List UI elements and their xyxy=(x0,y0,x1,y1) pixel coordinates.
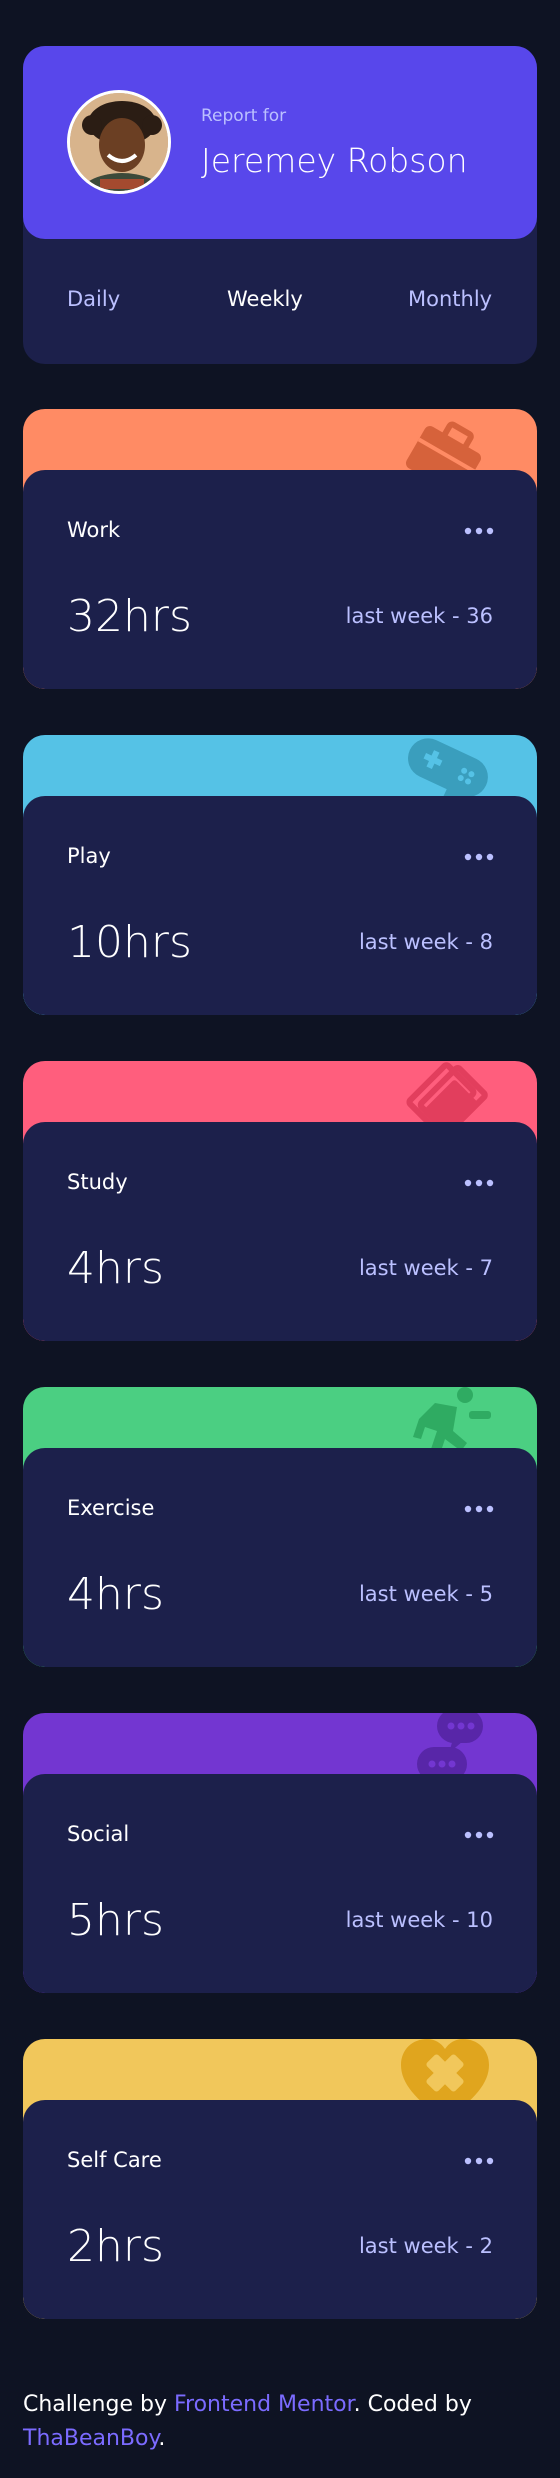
activity-previous: last week - 2 xyxy=(358,2234,493,2258)
activity-title: Study xyxy=(67,1170,128,1194)
activity-previous: last week - 5 xyxy=(358,1582,493,1606)
activity-hours: 2hrs xyxy=(67,2221,164,2272)
activity-panel-work[interactable]: Work 32hrs last week - 36 xyxy=(23,470,537,689)
activity-hours: 10hrs xyxy=(67,917,192,968)
activity-previous: last week - 7 xyxy=(358,1256,493,1280)
activity-card-work: Work 32hrs last week - 36 xyxy=(23,409,537,689)
activity-hours: 5hrs xyxy=(67,1895,164,1946)
ellipsis-icon[interactable] xyxy=(463,1176,495,1190)
user-name: Jeremey Robson xyxy=(201,141,468,180)
tab-weekly[interactable]: Weekly xyxy=(227,287,303,311)
ellipsis-icon[interactable] xyxy=(463,1502,495,1516)
avatar-image xyxy=(70,93,168,191)
activity-card-play: Play 10hrs last week - 8 xyxy=(23,735,537,1015)
activity-title: Work xyxy=(67,518,121,542)
activity-panel-exercise[interactable]: Exercise 4hrs last week - 5 xyxy=(23,1448,537,1667)
attribution-middle: . Coded by xyxy=(353,2392,472,2417)
attribution: Challenge by Frontend Mentor. Coded by T… xyxy=(23,2388,523,2456)
activity-card-exercise: Exercise 4hrs last week - 5 xyxy=(23,1387,537,1667)
tab-daily[interactable]: Daily xyxy=(67,287,120,311)
activity-title: Play xyxy=(67,844,111,868)
profile-card: Report for Jeremey Robson Daily Weekly M… xyxy=(23,46,537,364)
attribution-suffix: . xyxy=(158,2426,166,2451)
ellipsis-icon[interactable] xyxy=(463,524,495,538)
attribution-prefix: Challenge by xyxy=(23,2392,174,2417)
activity-panel-study[interactable]: Study 4hrs last week - 7 xyxy=(23,1122,537,1341)
activity-card-self-care: Self Care 2hrs last week - 2 xyxy=(23,2039,537,2319)
activity-previous: last week - 8 xyxy=(358,930,493,954)
activity-panel-play[interactable]: Play 10hrs last week - 8 xyxy=(23,796,537,1015)
activity-panel-social[interactable]: Social 5hrs last week - 10 xyxy=(23,1774,537,1993)
activity-previous: last week - 36 xyxy=(345,604,493,628)
ellipsis-icon[interactable] xyxy=(463,850,495,864)
ellipsis-icon[interactable] xyxy=(463,1828,495,1842)
activity-panel-self-care[interactable]: Self Care 2hrs last week - 2 xyxy=(23,2100,537,2319)
avatar xyxy=(67,90,171,194)
activity-hours: 4hrs xyxy=(67,1569,164,1620)
report-for-label: Report for xyxy=(201,106,287,126)
profile-header: Report for Jeremey Robson xyxy=(23,46,537,239)
activity-title: Social xyxy=(67,1822,130,1846)
activity-hours: 4hrs xyxy=(67,1243,164,1294)
activity-card-social: Social 5hrs last week - 10 xyxy=(23,1713,537,1993)
activity-card-study: Study 4hrs last week - 7 xyxy=(23,1061,537,1341)
activity-title: Self Care xyxy=(67,2148,162,2172)
activity-previous: last week - 10 xyxy=(345,1908,493,1932)
frontend-mentor-link[interactable]: Frontend Mentor xyxy=(174,2392,354,2417)
ellipsis-icon[interactable] xyxy=(463,2154,495,2168)
activity-title: Exercise xyxy=(67,1496,155,1520)
author-link[interactable]: ThaBeanBoy xyxy=(23,2426,158,2451)
tab-monthly[interactable]: Monthly xyxy=(408,287,492,311)
activity-hours: 32hrs xyxy=(67,591,192,642)
